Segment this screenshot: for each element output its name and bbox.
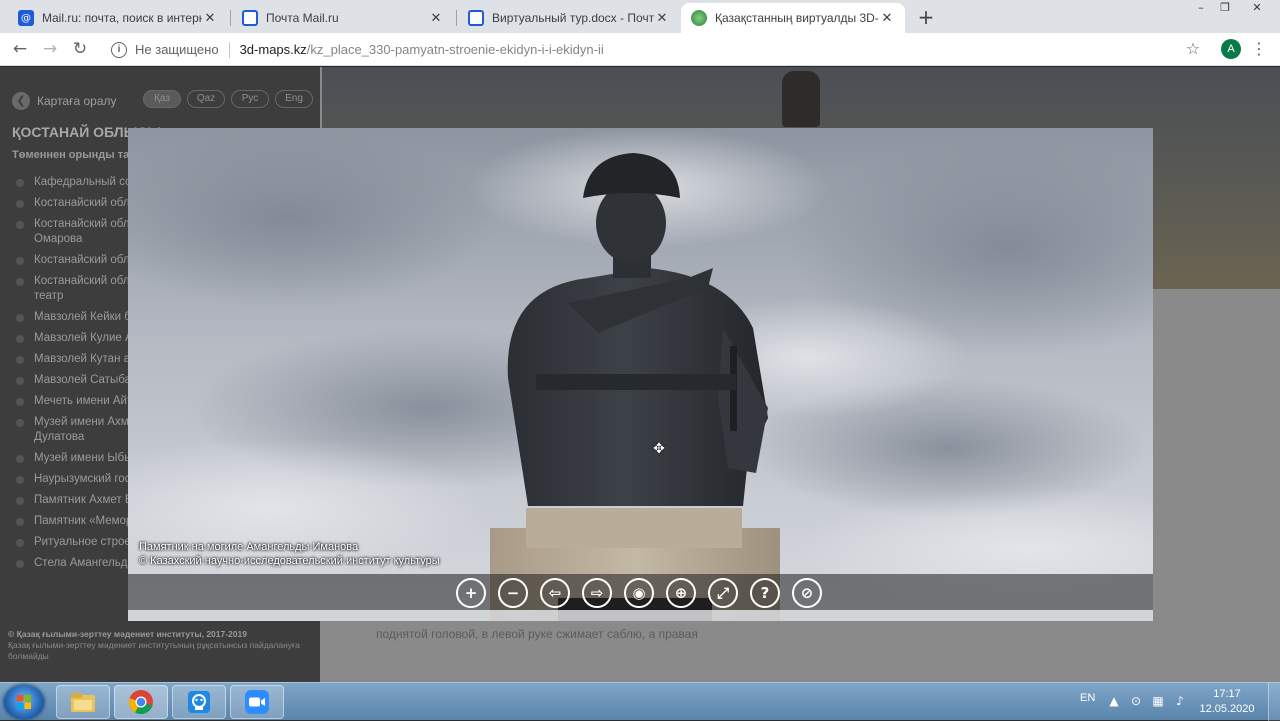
browser-tab-strip: @ Mail.ru: почта, поиск в интерне ✕ Почт…	[0, 0, 1280, 33]
autorotate-button[interactable]: ◉	[624, 578, 654, 608]
url-divider	[228, 41, 230, 58]
forward-arrow-icon[interactable]: →	[38, 37, 62, 61]
taskbar-clock[interactable]: 17:17 12.05.2020	[1196, 687, 1258, 717]
window-close-button[interactable]: ✕	[1240, 0, 1274, 18]
language-switcher: Қаз Qaz Рус Eng	[143, 90, 313, 108]
back-arrow-icon[interactable]: ←	[8, 37, 32, 61]
clock-time: 17:17	[1213, 688, 1241, 700]
lang-ru[interactable]: Рус	[231, 90, 269, 108]
tab-divider	[456, 10, 457, 26]
new-tab-button[interactable]: +	[914, 6, 938, 30]
reload-icon[interactable]: ↻	[68, 37, 92, 61]
copyright-line: © Қазақ ғылыми-зерттеу мәдениет институт…	[8, 629, 247, 639]
tab-title: Mail.ru: почта, поиск в интерне	[42, 11, 202, 25]
kebab-menu-icon[interactable]: ⋮	[1251, 37, 1267, 61]
clock-date: 12.05.2020	[1199, 703, 1255, 715]
mail-envelope-icon	[242, 10, 258, 26]
lang-kz-cyrillic[interactable]: Қаз	[143, 90, 181, 108]
mail-envelope-icon	[468, 10, 484, 26]
article-text: поднятой головой, в левой руке сжимает с…	[376, 627, 698, 641]
fullscreen-button[interactable]: ⤢	[708, 578, 738, 608]
tray-app-icon[interactable]: ⊙	[1128, 693, 1144, 709]
panorama-viewer[interactable]: ✥ Памятник на могиле Амангельды Иманова …	[128, 128, 1153, 621]
back-to-map-label: Картаға оралу	[37, 94, 117, 108]
gyroscope-button[interactable]: ⊕	[666, 578, 696, 608]
close-icon[interactable]: ✕	[654, 11, 670, 26]
help-button[interactable]: ?	[750, 578, 780, 608]
windows-logo-icon	[17, 695, 31, 709]
copyright-note: Қазақ ғылыми-зерттеу мәдениет институтын…	[8, 640, 300, 661]
app-robot-icon	[188, 691, 210, 713]
chrome-icon	[129, 690, 153, 714]
hide-controls-button[interactable]: ⊘	[792, 578, 822, 608]
minimize-button[interactable]: –	[1188, 0, 1214, 18]
viewer-controls: + − ⇦ ⇨ ◉ ⊕ ⤢ ? ⊘	[128, 574, 1153, 610]
url-path[interactable]: /kz_place_330-pamyatn-stroenie-ekidyn-i-…	[307, 42, 604, 57]
url-host[interactable]: 3d-maps.kz	[240, 42, 307, 57]
volume-icon[interactable]: ♪	[1172, 693, 1188, 709]
taskbar-zoom[interactable]	[230, 685, 284, 719]
keyboard-language[interactable]: EN	[1080, 692, 1095, 704]
taskbar-robot-app[interactable]	[172, 685, 226, 719]
tab-mail-docx[interactable]: Виртуальный тур.docx - Почта M ✕	[458, 3, 680, 33]
lang-kz-latin[interactable]: Qaz	[187, 90, 225, 108]
tab-mail-inbox[interactable]: Почта Mail.ru ✕	[232, 3, 454, 33]
start-button[interactable]	[4, 685, 44, 719]
sidebar-copyright: © Қазақ ғылыми-зерттеу мәдениет институт…	[8, 629, 308, 662]
windows-taskbar: EN ▲ ⊙ ▦ ♪ 17:17 12.05.2020	[0, 682, 1280, 721]
address-bar[interactable]: i Не защищено 3d-maps.kz /kz_place_330-p…	[100, 36, 1210, 63]
restore-button[interactable]: ❐	[1212, 0, 1238, 18]
close-icon[interactable]: ✕	[428, 11, 444, 26]
monument-thumbnail	[782, 71, 820, 127]
info-icon[interactable]: i	[111, 41, 127, 58]
security-status[interactable]: Не защищено	[135, 42, 219, 57]
close-icon[interactable]: ✕	[879, 11, 895, 26]
close-icon[interactable]: ✕	[202, 11, 218, 26]
panorama-caption: Памятник на могиле Амангельды Иманова © …	[139, 540, 440, 568]
mailru-at-icon: @	[18, 10, 34, 26]
lang-en[interactable]: Eng	[275, 90, 313, 108]
rotate-left-button[interactable]: ⇦	[540, 578, 570, 608]
tab-3d-maps[interactable]: Қазақстанның виртуалды 3D-ту ✕	[681, 3, 905, 33]
caption-title: Памятник на могиле Амангельды Иманова	[139, 541, 359, 553]
zoom-icon	[245, 690, 269, 714]
move-cursor-icon: ✥	[653, 441, 665, 457]
bookmark-star-icon[interactable]: ☆	[1181, 37, 1205, 61]
tab-title: Қазақстанның виртуалды 3D-ту	[715, 11, 879, 25]
zoom-in-button[interactable]: +	[456, 578, 486, 608]
tab-title: Виртуальный тур.docx - Почта M	[492, 11, 654, 25]
back-to-map-link[interactable]: ❮ Картаға оралу	[12, 92, 117, 110]
tray-expand-icon[interactable]: ▲	[1106, 693, 1122, 709]
tab-mailru-home[interactable]: @ Mail.ru: почта, поиск в интерне ✕	[8, 3, 228, 33]
arrow-left-icon: ❮	[12, 92, 30, 110]
network-icon[interactable]: ▦	[1150, 693, 1166, 709]
caption-credit: © Казахский научно-исследовательский инс…	[139, 555, 440, 567]
viewer-bottom-strip	[128, 610, 1153, 621]
zoom-out-button[interactable]: −	[498, 578, 528, 608]
show-desktop-button[interactable]	[1268, 683, 1280, 721]
globe-icon	[691, 10, 707, 26]
tab-title: Почта Mail.ru	[266, 11, 339, 25]
file-explorer-icon	[71, 693, 95, 712]
taskbar-file-explorer[interactable]	[56, 685, 110, 719]
profile-avatar[interactable]: A	[1221, 39, 1241, 59]
rotate-right-button[interactable]: ⇨	[582, 578, 612, 608]
tab-divider	[230, 10, 231, 26]
taskbar-chrome[interactable]	[114, 685, 168, 719]
browser-toolbar: ← → ↻ i Не защищено 3d-maps.kz /kz_place…	[0, 33, 1280, 66]
